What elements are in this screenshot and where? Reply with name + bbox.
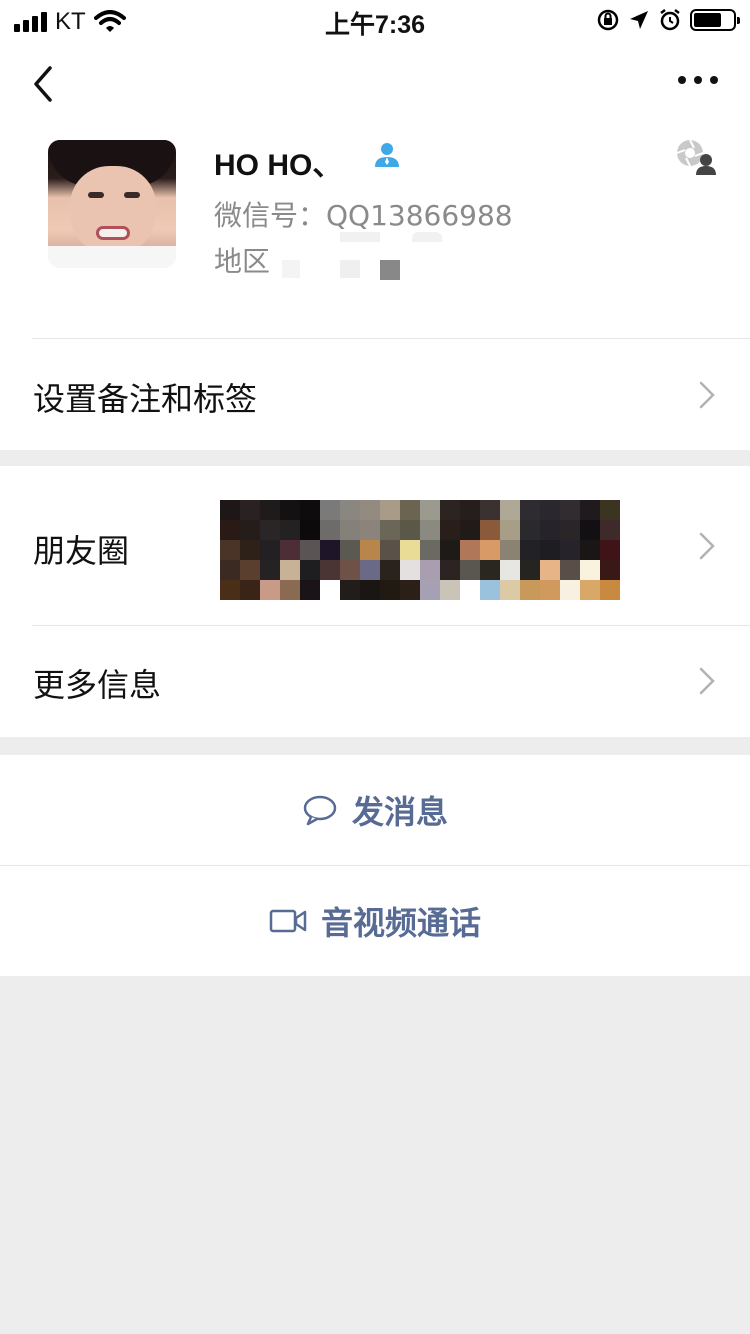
status-bar: KT 上午7:36 bbox=[0, 0, 750, 40]
region-value-blurred bbox=[280, 230, 450, 280]
location-icon bbox=[630, 11, 648, 29]
send-message-button[interactable]: 发消息 bbox=[0, 755, 750, 865]
chevron-right-icon bbox=[699, 532, 715, 560]
moments-camera-icon[interactable] bbox=[674, 138, 716, 176]
moments-thumbnails-pixelated bbox=[220, 500, 620, 600]
remark-tags-label[interactable]: 设置备注和标签 bbox=[33, 374, 257, 420]
status-right bbox=[596, 8, 740, 32]
avatar[interactable] bbox=[48, 140, 176, 268]
wechat-id: 微信号：QQ13866988 bbox=[214, 199, 513, 232]
send-message-label: 发消息 bbox=[351, 793, 448, 831]
profile-section: HO HO、 微信号：QQ13866988 地区 设置备注和标签 bbox=[0, 40, 750, 450]
contact-person-icon bbox=[375, 143, 399, 167]
more-info-label: 更多信息 bbox=[33, 666, 162, 704]
chat-bubble-icon bbox=[303, 795, 337, 826]
back-icon[interactable] bbox=[28, 64, 60, 104]
chevron-right-icon bbox=[699, 667, 715, 695]
battery-icon bbox=[690, 9, 740, 31]
contact-name: HO HO、 bbox=[214, 149, 343, 182]
alarm-icon bbox=[660, 9, 680, 31]
video-call-label: 音视频通话 bbox=[320, 904, 481, 942]
region-label: 地区 bbox=[214, 245, 271, 278]
chevron-right-icon bbox=[699, 381, 715, 409]
video-call-button[interactable]: 音视频通话 bbox=[0, 866, 750, 976]
moments-label: 朋友圈 bbox=[33, 532, 130, 570]
video-camera-icon bbox=[269, 909, 307, 933]
more-info-row[interactable]: 更多信息 bbox=[0, 626, 750, 737]
divider bbox=[32, 338, 750, 339]
moments-row[interactable]: 朋友圈 bbox=[0, 466, 750, 626]
more-options-icon[interactable] bbox=[678, 70, 718, 90]
rotation-lock-icon bbox=[597, 9, 619, 31]
